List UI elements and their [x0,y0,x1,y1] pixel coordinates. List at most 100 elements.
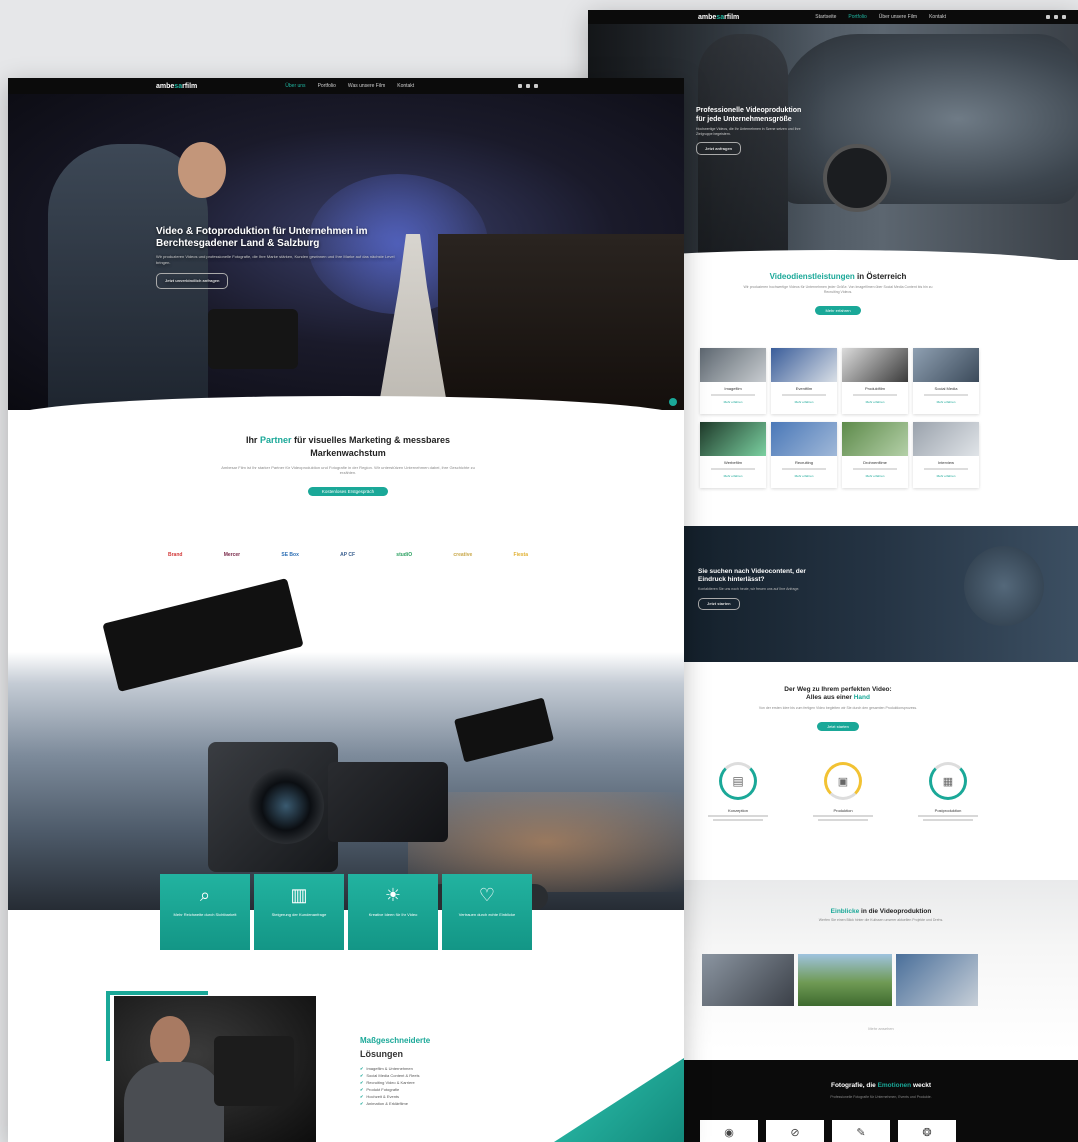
service-card-image [913,422,979,456]
teal-corner-shape [554,1058,684,1142]
solution-item: ✔ Produkt Fotografie [360,1087,400,1092]
left-nav-films[interactable]: Was unsere Film [348,83,385,89]
service-card[interactable]: Werbefilm Mehr erfahren [700,422,766,488]
left-logo[interactable]: ambesarfilm [156,83,197,90]
partner-title-accent: Partner [259,435,292,445]
check-icon: ✔ [360,1094,364,1099]
partner-button[interactable]: Kostenloses Erstgespräch [307,487,389,496]
left-hero-title-2: Berchtesgadener Land & Salzburg [156,238,320,249]
check-icon: ✔ [360,1087,364,1092]
left-nav-portfolio[interactable]: Portfolio [318,83,336,89]
right-cta-line1: Sie suchen nach Videocontent, der [698,568,806,575]
feature-label: Steigerung der Kundenanfrage [271,912,327,917]
clipboard-icon: ▤ [719,762,757,800]
solutions-title: Maßgeschneiderte [360,1036,431,1045]
service-card[interactable]: Produktfilm Mehr erfahren [842,348,908,414]
right-process-button[interactable]: Jetzt starten [817,722,859,731]
facebook-icon[interactable] [1046,15,1050,19]
service-card[interactable]: Eventfilm Mehr erfahren [771,348,837,414]
service-card-link[interactable]: Mehr erfahren [771,400,837,404]
solutions-list: ✔ Imagefilm & Unternehmen ✔ Social Media Co… [360,1065,430,1107]
right-areas-button[interactable]: Mehr erfahren [815,306,861,315]
service-card[interactable]: Recruiting Mehr erfahren [771,422,837,488]
scroll-top-icon[interactable] [669,398,677,406]
youtube-icon[interactable] [534,84,538,88]
person-head [150,1016,190,1066]
process-step-label: Postproduktion [934,808,962,813]
eye-icon: ◉ [700,1120,758,1142]
client-logo: studiO [396,552,413,558]
right-hero-text: Hochwertige Videos, die Ihr Unternehmen … [696,127,801,136]
microphone-icon: ✎ [832,1120,890,1142]
service-card[interactable]: Interview Mehr erfahren [913,422,979,488]
client-logo: Mercer [223,552,241,558]
insight-photo[interactable] [798,954,892,1006]
process-step: ▣ Produktion [803,762,883,823]
right-logo[interactable]: ambesarfilm [698,14,739,21]
left-nav-contact[interactable]: Kontakt [397,83,414,89]
service-card-link[interactable]: Mehr erfahren [700,474,766,478]
left-nav-about[interactable]: Über uns [285,83,305,89]
process-step-label: Konzeption [727,808,748,813]
service-card-link[interactable]: Mehr erfahren [913,474,979,478]
partner-title-pre: Ihr [245,435,260,445]
feature-label: Vertrauen durch echte Einblicke [458,912,516,917]
service-card-link[interactable]: Mehr erfahren [842,474,908,478]
service-card[interactable]: Drohnenfilme Mehr erfahren [842,422,908,488]
gimbal [214,1036,294,1106]
solution-item: ✔ Animation & Erklärfilme [360,1101,408,1106]
service-card[interactable]: Social Media Mehr erfahren [913,348,979,414]
right-hero-button[interactable]: Jetzt anfragen [696,142,742,155]
client-logo: Fiesta [513,552,528,558]
facebook-icon[interactable] [518,84,522,88]
insight-photo[interactable] [896,954,978,1006]
solution-item: ✔ Hochzeit & Events [360,1094,400,1099]
right-process-line1: Der Weg zu Ihrem perfekten Video: [784,686,892,693]
service-card-image [771,422,837,456]
right-nav-contact[interactable]: Kontakt [929,14,946,20]
solutions-photo [114,996,316,1142]
instagram-icon[interactable] [526,84,530,88]
feature-box: ☀ Kreative Ideen für Ihr Video [348,874,438,950]
instagram-icon[interactable] [1054,15,1058,19]
audience [438,234,684,410]
youtube-icon[interactable] [1062,15,1066,19]
check-icon: ✔ [360,1073,364,1078]
camera-lens [248,768,324,844]
service-card-link[interactable]: Mehr erfahren [700,400,766,404]
film-icon: ▦ [929,762,967,800]
left-hero-text: Wir produzieren Videos und professionell… [156,254,395,265]
left-navbar: ambesarfilm Über uns Portfolio Was unser… [8,78,684,94]
service-card-link[interactable]: Mehr erfahren [913,400,979,404]
right-cta-button[interactable]: Jetzt starten [698,597,740,610]
right-hero-title-1: Professionelle Videoproduktion [696,107,802,114]
solution-item: ✔ Recruiting Video & Karriere [360,1080,415,1085]
right-footer-text: Professionelle Fotografie für Unternehme… [830,1095,932,1099]
right-cta-text: Kontaktieren Sie uns noch heute, wir fre… [698,587,800,591]
service-card-image [913,348,979,382]
camera-rig [328,762,448,842]
right-nav-portfolio[interactable]: Portfolio [848,14,866,20]
service-card-title: Recruiting [794,460,813,465]
insight-photo[interactable] [702,954,794,1006]
service-card-image [842,422,908,456]
partner-title-line2: Markenwachstum [310,448,386,458]
right-footer-accent: Emotionen [877,1082,912,1089]
service-card-title: Eventfilm [795,386,813,391]
service-card-link[interactable]: Mehr erfahren [771,474,837,478]
right-nav-home[interactable]: Startseite [815,14,836,20]
camera-section [8,652,684,910]
person-body [124,1062,224,1142]
cta-bg-light [964,546,1044,626]
partner-title-post: für visuelles Marketing & messbares [291,435,451,445]
solutions-subtitle: Lösungen [360,1049,403,1059]
right-nav-about[interactable]: Über unsere Film [879,14,917,20]
right-hero-title-2: für jede Unternehmensgröße [696,116,792,123]
right-process-accent: Hand [853,694,870,701]
service-card[interactable]: Imagefilm Mehr erfahren [700,348,766,414]
solution-item: ✔ Imagefilm & Unternehmen [360,1066,413,1071]
left-hero-button[interactable]: Jetzt unverbindlich anfragen [156,273,229,289]
service-card-link[interactable]: Mehr erfahren [842,400,908,404]
right-insights-link[interactable]: Mehr ansehen [684,1026,1078,1031]
check-icon: ✔ [360,1101,364,1106]
